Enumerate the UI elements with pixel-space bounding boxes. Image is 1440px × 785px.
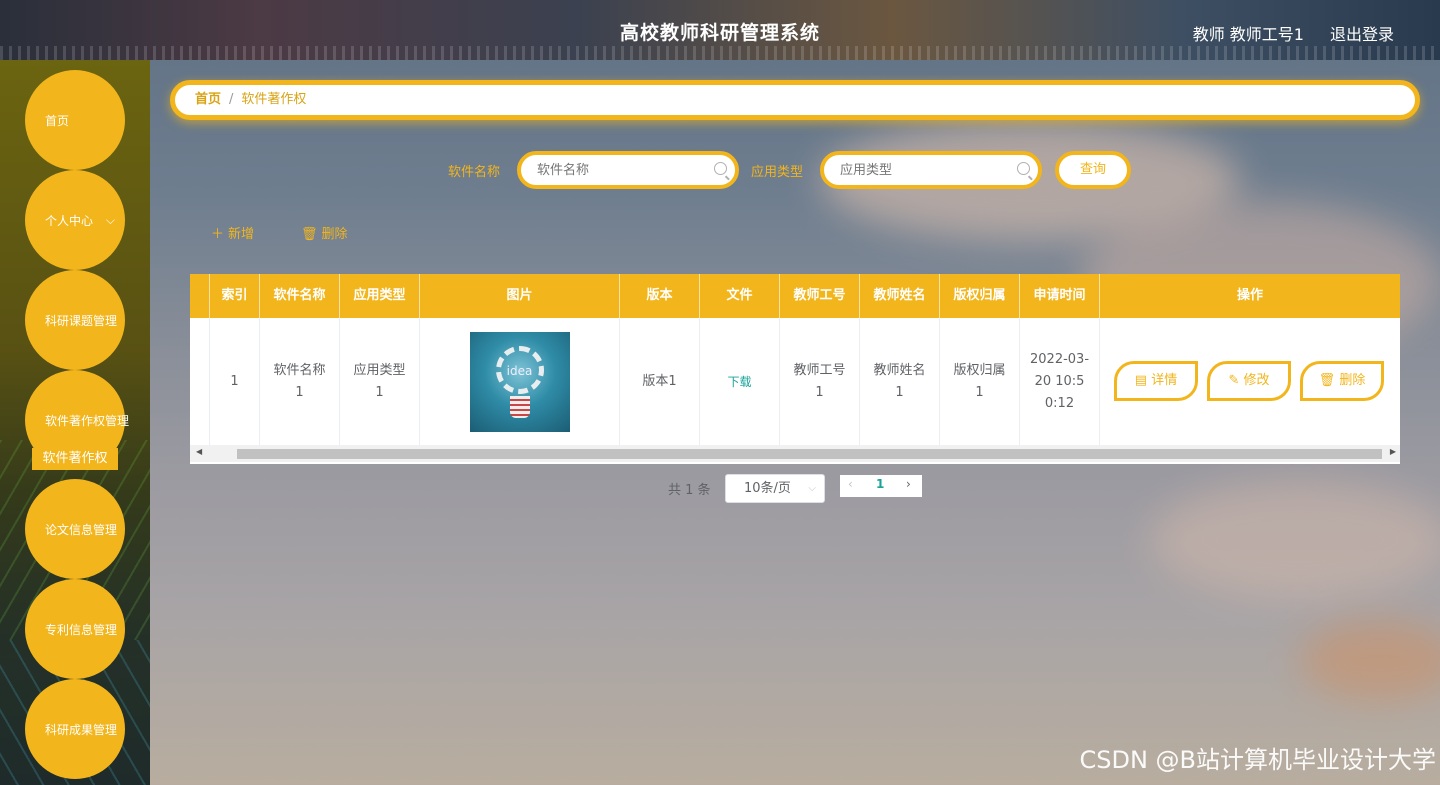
lightbulb-icon: [509, 395, 530, 418]
user-info: 教师 教师工号1: [1192, 25, 1304, 44]
plus-icon: ＋: [211, 227, 225, 242]
breadcrumb-home[interactable]: 首页: [195, 92, 221, 107]
table-header: 索引 软件名称 应用类型 图片 版本 文件 教师工号 教师姓名 版权归属 申请时…: [190, 274, 1400, 318]
sidebar-item-label: 软件著作权管理: [45, 413, 130, 428]
row-delete-button-label: 删除: [1339, 373, 1366, 388]
next-page-icon[interactable]: ›: [906, 477, 911, 491]
prev-page-icon[interactable]: ‹: [848, 477, 853, 491]
app-type-input[interactable]: [824, 155, 1004, 185]
image-cell: idea: [420, 318, 620, 445]
column-header: 软件名称: [260, 274, 340, 318]
trash-icon: 🗑: [301, 227, 318, 242]
chevron-down-icon: ⌵: [105, 212, 115, 227]
column-header: 应用类型: [340, 274, 420, 318]
trash-icon: 🗑: [1318, 373, 1340, 388]
pager: ‹ 1 ›: [840, 475, 922, 497]
file-cell: 下载: [700, 318, 780, 445]
column-header: 版权归属: [940, 274, 1020, 318]
scroll-left-icon[interactable]: ◀: [196, 447, 202, 456]
watermark: CSDN @B站计算机毕业设计大学: [1079, 746, 1436, 774]
row-delete-button[interactable]: 🗑 删除: [1300, 361, 1384, 401]
add-button-label: 新增: [228, 227, 255, 242]
breadcrumb-current: 软件著作权: [241, 92, 307, 107]
app-type-field[interactable]: [820, 151, 1042, 189]
edit-button-label: 修改: [1243, 373, 1270, 388]
horizontal-scrollbar[interactable]: ◀ ▶: [190, 445, 1400, 462]
teacher-id-cell: 教师工号1: [780, 318, 860, 445]
sidebar-subitem-software-copyright[interactable]: 软件著作权: [32, 448, 118, 470]
page-number[interactable]: 1: [876, 477, 884, 491]
sidebar-item-label: 科研成果管理: [45, 722, 118, 737]
delete-button[interactable]: 🗑 删除: [301, 223, 348, 242]
sidebar-item-label: 科研课题管理: [45, 313, 118, 328]
query-button[interactable]: 查询: [1055, 151, 1131, 189]
teacher-name-cell: 教师姓名1: [860, 318, 940, 445]
software-name-field[interactable]: [517, 151, 739, 189]
delete-button-label: 删除: [321, 227, 348, 242]
sidebar-item-home[interactable]: 首页: [25, 70, 125, 170]
software-name-cell: 软件名称1: [260, 318, 340, 445]
software-name-input[interactable]: [521, 155, 701, 185]
copyright-cell: 版权归属1: [940, 318, 1020, 445]
total-count: 共 1 条: [668, 483, 711, 498]
image-caption: idea: [506, 363, 533, 378]
column-header: 版本: [620, 274, 700, 318]
scrollbar-thumb[interactable]: [237, 449, 1382, 459]
column-header: 教师姓名: [860, 274, 940, 318]
app-type-cell: 应用类型1: [340, 318, 420, 445]
document-icon: ▤: [1134, 373, 1152, 388]
page-size-value: 10条/页: [744, 481, 791, 496]
background-cloud: [1150, 480, 1440, 600]
sidebar-item-label: 论文信息管理: [45, 522, 118, 537]
sidebar-item-papers[interactable]: 论文信息管理: [25, 479, 125, 579]
version-cell: 版本1: [620, 318, 700, 445]
pencil-icon: ✎: [1228, 373, 1244, 388]
column-header: 索引: [210, 274, 260, 318]
top-header: 高校教师科研管理系统 教师 教师工号1 退出登录: [0, 0, 1440, 60]
logout-link[interactable]: 退出登录: [1330, 21, 1394, 45]
sidebar-item-personal-center[interactable]: 个人中心 ⌵: [25, 170, 125, 270]
add-button[interactable]: ＋新增: [211, 223, 254, 242]
detail-button-label: 详情: [1151, 373, 1178, 388]
search-icon: [714, 162, 727, 175]
column-header: 图片: [420, 274, 620, 318]
sidebar-item-research-topics[interactable]: 科研课题管理: [25, 270, 125, 370]
app-type-label: 应用类型: [751, 165, 804, 180]
sidebar-item-label: 首页: [45, 113, 70, 128]
breadcrumb: 首页 / 软件著作权: [170, 80, 1420, 120]
edit-button[interactable]: ✎ 修改: [1207, 361, 1291, 401]
sidebar-item-research-results[interactable]: 科研成果管理: [25, 679, 125, 779]
scroll-right-icon[interactable]: ▶: [1390, 447, 1396, 456]
detail-button[interactable]: ▤ 详情: [1114, 361, 1198, 401]
data-table: 索引 软件名称 应用类型 图片 版本 文件 教师工号 教师姓名 版权归属 申请时…: [190, 274, 1400, 464]
sidebar-item-label: 专利信息管理: [45, 622, 118, 637]
page-size-select[interactable]: 10条/页 ⌵: [725, 474, 825, 503]
background-cloud: [1300, 620, 1440, 700]
sidebar-item-label: 个人中心: [45, 213, 94, 228]
column-header: 操作: [1236, 288, 1263, 303]
row-select-cell[interactable]: [190, 318, 210, 445]
column-header: 文件: [700, 274, 780, 318]
column-header: 教师工号: [780, 274, 860, 318]
software-name-label: 软件名称: [448, 165, 501, 180]
download-link[interactable]: 下载: [727, 371, 751, 393]
search-icon: [1017, 162, 1030, 175]
sidebar-item-patents[interactable]: 专利信息管理: [25, 579, 125, 679]
sidebar: 首页 个人中心 ⌵ 科研课题管理 软件著作权管理 软件著作权 论文信息管理 专利…: [0, 60, 150, 785]
breadcrumb-separator: /: [229, 92, 234, 107]
select-all-column[interactable]: [190, 274, 210, 318]
index-cell: 1: [210, 318, 260, 445]
column-header: 申请时间: [1020, 274, 1100, 318]
chevron-down-icon: ⌵: [808, 483, 816, 494]
software-image[interactable]: idea: [469, 331, 570, 432]
apply-date-cell: 2022-03-20 10:50:12: [1020, 318, 1100, 445]
